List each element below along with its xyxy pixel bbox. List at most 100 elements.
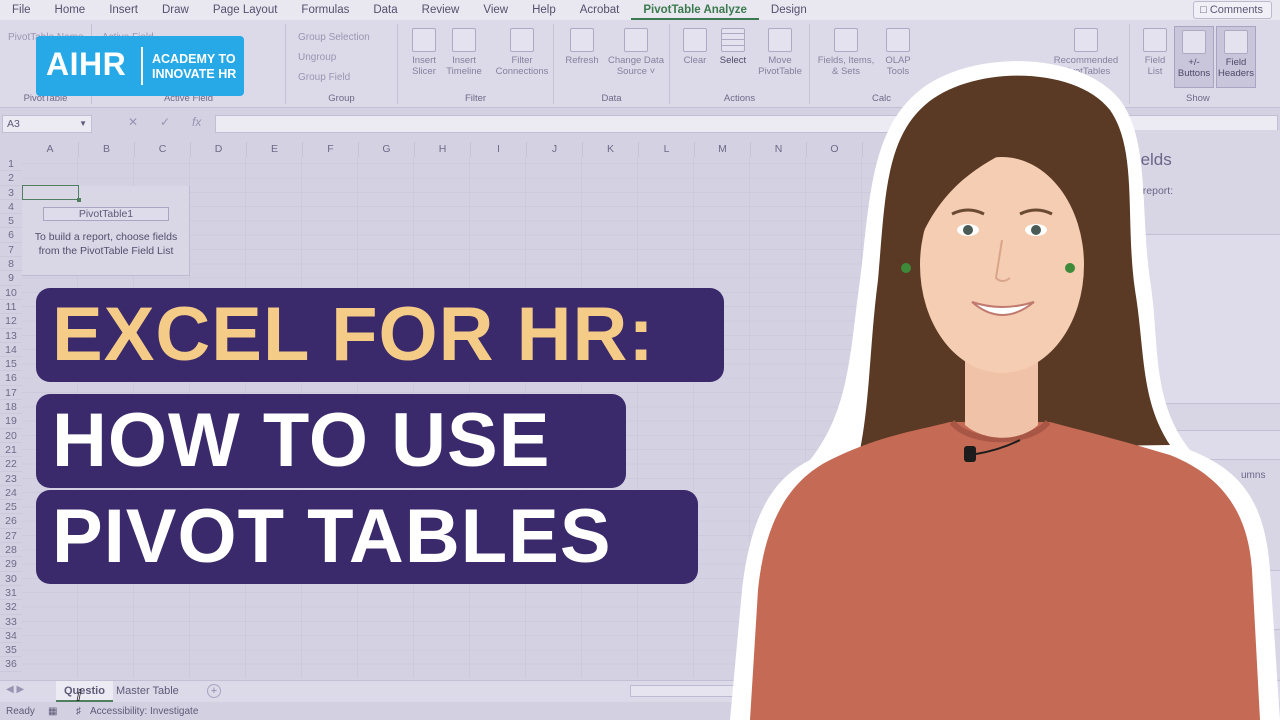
title-line-2: HOW TO USE xyxy=(36,394,626,488)
row-header-32[interactable]: 32 xyxy=(0,600,22,615)
row-header-31[interactable]: 31 xyxy=(0,586,22,601)
insert-function-icon[interactable]: fx xyxy=(192,115,201,129)
row-header-30[interactable]: 30 xyxy=(0,572,22,586)
comments-button[interactable]: □ Comments xyxy=(1193,1,1272,19)
row-header-25[interactable]: 25 xyxy=(0,500,22,515)
filter-connections-icon xyxy=(510,28,534,52)
ungroup-button[interactable]: Ungroup xyxy=(298,52,336,63)
tab-design[interactable]: Design xyxy=(759,0,819,20)
row-header-15[interactable]: 15 xyxy=(0,357,22,372)
add-sheet-button[interactable]: + xyxy=(207,684,221,698)
row-header-28[interactable]: 28 xyxy=(0,543,22,558)
row-header-35[interactable]: 35 xyxy=(0,643,22,658)
sheet-tab-questio[interactable]: Questio xyxy=(56,681,113,702)
row-header-1[interactable]: 1 xyxy=(0,157,22,172)
column-header-c[interactable]: C xyxy=(135,142,191,157)
column-header-e[interactable]: E xyxy=(247,142,303,157)
column-header-b[interactable]: B xyxy=(79,142,135,157)
row-header-19[interactable]: 19 xyxy=(0,414,22,429)
tab-home[interactable]: Home xyxy=(43,0,98,20)
row-header-11[interactable]: 11 xyxy=(0,300,22,315)
filter-connections-button[interactable]: Filter Connections xyxy=(492,28,552,77)
row-header-9[interactable]: 9 xyxy=(0,271,22,286)
name-box-value: A3 xyxy=(7,118,20,130)
row-header-2[interactable]: 2 xyxy=(0,171,22,186)
row-header-36[interactable]: 36 xyxy=(0,657,22,672)
change-data-source-button[interactable]: Change Data Source ˅ xyxy=(604,28,668,77)
tab-file[interactable]: File xyxy=(0,0,43,20)
row-header-27[interactable]: 27 xyxy=(0,529,22,544)
row-header-34[interactable]: 34 xyxy=(0,629,22,644)
column-header-j[interactable]: J xyxy=(527,142,583,157)
column-header-d[interactable]: D xyxy=(191,142,247,157)
row-header-8[interactable]: 8 xyxy=(0,257,22,272)
column-header-g[interactable]: G xyxy=(359,142,415,157)
tab-pivottable-analyze[interactable]: PivotTable Analyze xyxy=(631,0,759,20)
row-header-17[interactable]: 17 xyxy=(0,386,22,401)
refresh-label: Refresh xyxy=(565,55,599,66)
insert-timeline-label-2: Timeline xyxy=(446,66,482,77)
row-header-33[interactable]: 33 xyxy=(0,615,22,629)
group-field-button[interactable]: Group Field xyxy=(298,72,350,83)
filter-connections-label-2: Connections xyxy=(495,66,549,77)
tab-formulas[interactable]: Formulas xyxy=(289,0,361,20)
title-line-1: EXCEL FOR HR: xyxy=(36,288,724,382)
accessibility-icon[interactable]: ♯ xyxy=(76,706,81,717)
confirm-formula-icon[interactable]: ✓ xyxy=(160,115,170,129)
tab-insert[interactable]: Insert xyxy=(97,0,150,20)
row-headers: 1 2 3 4 5 6 7 8 9 10 11 12 13 14 15 16 17 18 19 20 21 22 23 24 2… xyxy=(0,157,22,672)
row-header-4[interactable]: 4 xyxy=(0,200,22,215)
status-ready: Ready xyxy=(6,706,35,717)
row-header-6[interactable]: 6 xyxy=(0,228,22,243)
macro-recording-icon[interactable]: ▦ xyxy=(48,706,57,717)
tab-view[interactable]: View xyxy=(471,0,520,20)
logo-line-2: INNOVATE HR xyxy=(152,67,237,81)
group-selection-button[interactable]: Group Selection xyxy=(298,32,370,43)
change-data-source-label-1: Change Data xyxy=(608,55,664,66)
comments-label: Comments xyxy=(1209,4,1263,16)
row-header-16[interactable]: 16 xyxy=(0,371,22,386)
active-cell-a3[interactable] xyxy=(22,185,81,202)
row-header-23[interactable]: 23 xyxy=(0,472,22,486)
accessibility-status[interactable]: Accessibility: Investigate xyxy=(90,706,198,717)
column-header-h[interactable]: H xyxy=(415,142,471,157)
chevron-down-icon[interactable]: ▼ xyxy=(79,116,87,132)
fx-icon xyxy=(834,28,858,52)
clear-icon xyxy=(683,28,707,52)
sheet-nav-arrows-icon[interactable]: ◀ ▶ xyxy=(6,684,24,695)
column-header-i[interactable]: I xyxy=(471,142,527,157)
tab-review[interactable]: Review xyxy=(410,0,472,20)
refresh-button[interactable]: Refresh xyxy=(556,28,608,66)
row-header-12[interactable]: 12 xyxy=(0,314,22,329)
row-header-13[interactable]: 13 xyxy=(0,329,22,343)
column-header-k[interactable]: K xyxy=(583,142,639,157)
row-header-24[interactable]: 24 xyxy=(0,486,22,501)
column-header-f[interactable]: F xyxy=(303,142,359,157)
tab-page-layout[interactable]: Page Layout xyxy=(201,0,290,20)
row-header-21[interactable]: 21 xyxy=(0,443,22,458)
move-pivottable-icon xyxy=(768,28,792,52)
data-source-icon xyxy=(624,28,648,52)
tab-data[interactable]: Data xyxy=(361,0,409,20)
logo-mark: AIHR xyxy=(46,46,127,82)
row-header-7[interactable]: 7 xyxy=(0,243,22,258)
row-header-18[interactable]: 18 xyxy=(0,400,22,415)
insert-timeline-label-1: Insert xyxy=(452,55,476,66)
tab-help[interactable]: Help xyxy=(520,0,568,20)
tab-draw[interactable]: Draw xyxy=(150,0,201,20)
name-box[interactable]: A3 ▼ xyxy=(2,115,92,133)
row-header-20[interactable]: 20 xyxy=(0,429,22,443)
row-header-3[interactable]: 3 xyxy=(0,186,22,200)
row-header-29[interactable]: 29 xyxy=(0,557,22,572)
row-header-5[interactable]: 5 xyxy=(0,214,22,229)
column-header-a[interactable]: A xyxy=(22,142,79,157)
tab-acrobat[interactable]: Acrobat xyxy=(568,0,632,20)
row-header-26[interactable]: 26 xyxy=(0,514,22,529)
cancel-formula-icon[interactable]: ✕ xyxy=(128,115,138,129)
row-header-22[interactable]: 22 xyxy=(0,457,22,472)
column-header-l[interactable]: L xyxy=(639,142,695,157)
sheet-tab-master-table[interactable]: Master Table xyxy=(108,681,187,702)
row-header-14[interactable]: 14 xyxy=(0,343,22,358)
row-header-10[interactable]: 10 xyxy=(0,286,22,300)
insert-timeline-button[interactable]: Insert Timeline xyxy=(438,28,490,77)
